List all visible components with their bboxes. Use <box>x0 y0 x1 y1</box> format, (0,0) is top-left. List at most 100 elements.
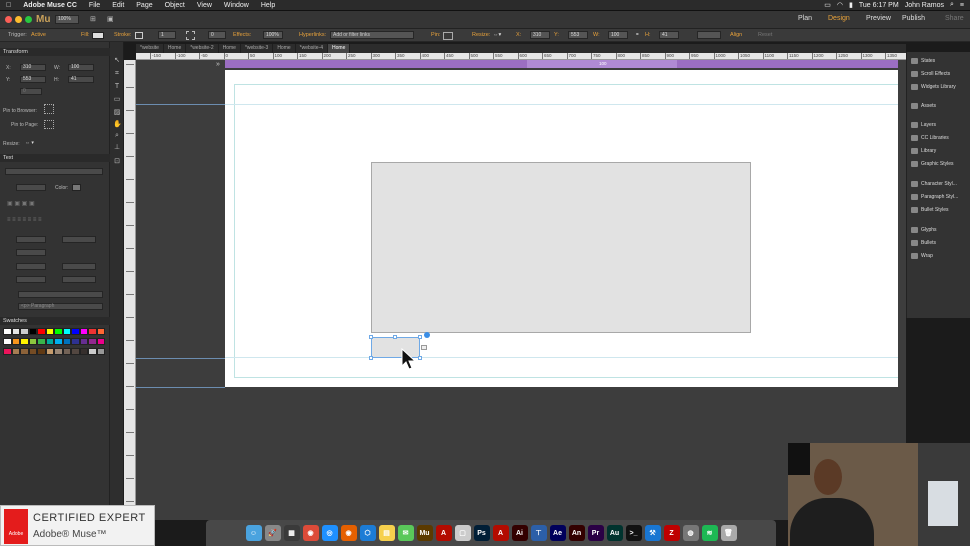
color-swatch[interactable] <box>3 338 12 345</box>
premiere-icon[interactable]: Pr <box>587 525 604 541</box>
keynote-icon[interactable]: ⊤ <box>530 525 547 541</box>
text-panel-title[interactable]: Text <box>0 154 110 162</box>
color-swatch[interactable] <box>11 348 20 355</box>
font-family-dropdown[interactable] <box>5 168 103 175</box>
color-swatch[interactable] <box>20 338 29 345</box>
firefox-icon[interactable]: ◉ <box>340 525 357 541</box>
close-window-icon[interactable] <box>5 16 12 23</box>
image-tool-icon[interactable]: ▨ <box>113 109 121 117</box>
app-menu[interactable]: Adobe Muse CC <box>17 2 83 9</box>
crop-tool-icon[interactable]: ⌗ <box>113 70 121 78</box>
user-name[interactable]: John Ramos <box>905 2 944 9</box>
spotify-icon[interactable]: ≋ <box>701 525 718 541</box>
text-style-icons[interactable]: ▣ ▣ ▣ ▣ <box>7 200 57 208</box>
transform-resize-dropdown[interactable]: ⇔ ▾ <box>25 140 34 146</box>
font-size-field[interactable] <box>16 184 46 191</box>
color-swatch[interactable] <box>96 328 105 335</box>
resize-label[interactable]: Resize: <box>472 32 490 38</box>
mode-design[interactable]: Design <box>828 15 850 22</box>
chrome-icon[interactable]: ◉ <box>302 525 319 541</box>
text-color-swatch[interactable] <box>72 184 81 191</box>
color-swatch[interactable] <box>88 338 97 345</box>
animate-icon[interactable]: An <box>568 525 585 541</box>
reset-button[interactable]: Reset <box>758 32 772 38</box>
color-swap-icon[interactable]: ⊡ <box>113 158 121 166</box>
pin-browser-icon[interactable] <box>44 104 54 114</box>
hyperlinks-input[interactable]: Add or filter links <box>330 31 414 39</box>
transform-y-field[interactable]: 553 <box>20 76 46 83</box>
color-swatch[interactable] <box>62 338 71 345</box>
finder-icon[interactable]: ☺ <box>245 525 262 541</box>
hyphenation-dropdown[interactable] <box>18 291 103 298</box>
color-swatch[interactable] <box>45 338 54 345</box>
stroke-label[interactable]: Stroke: <box>114 32 131 38</box>
color-swatch[interactable] <box>45 328 54 335</box>
color-swatch[interactable] <box>37 348 46 355</box>
safari-icon[interactable]: ◎ <box>321 525 338 541</box>
transform-angle-field[interactable]: 0 <box>20 88 42 95</box>
document-tab[interactable]: Home <box>219 44 241 53</box>
resize-dropdown-icon[interactable]: ⇔▾ <box>493 32 501 38</box>
guides-tool-icon[interactable]: ⊥ <box>113 144 121 152</box>
transform-w-field[interactable]: 100 <box>68 64 94 71</box>
stroke-swatch[interactable] <box>135 32 143 39</box>
color-swatch[interactable] <box>28 338 37 345</box>
color-swatch[interactable] <box>71 328 80 335</box>
indent-left-field[interactable] <box>16 263 46 270</box>
menu-view[interactable]: View <box>191 2 218 9</box>
text-align-icons[interactable]: ≡ ≡ ≡ ≡ ≡ ≡ ≡ <box>7 217 103 225</box>
document-tab[interactable]: *website-3 <box>241 44 274 53</box>
notes-icon[interactable]: ▤ <box>378 525 395 541</box>
pin-icon[interactable] <box>443 32 453 40</box>
panel-item[interactable]: Assets <box>911 103 936 109</box>
mission-control-icon[interactable]: ▦ <box>283 525 300 541</box>
media-icon[interactable]: ◍ <box>682 525 699 541</box>
fill-label[interactable]: Fill: <box>81 32 90 38</box>
opacity-field[interactable]: 100% <box>263 31 283 39</box>
mode-plan[interactable]: Plan <box>798 15 812 22</box>
panel-item[interactable]: States <box>911 58 935 64</box>
acrobat-icon[interactable]: A <box>435 525 452 541</box>
document-tab[interactable]: Home <box>273 44 296 53</box>
selection-handle[interactable] <box>369 335 373 339</box>
stroke-width-field[interactable]: 1 <box>158 31 176 39</box>
document-tab[interactable]: Home <box>164 44 187 53</box>
h-field[interactable]: 41 <box>659 31 679 39</box>
filezilla-icon[interactable]: Z <box>663 525 680 541</box>
launchpad-icon[interactable]: 🚀 <box>264 525 281 541</box>
clock[interactable]: Tue 6:17 PM <box>859 2 899 9</box>
panel-item[interactable]: Paragraph Styl... <box>911 194 958 200</box>
constrain-icon[interactable]: ⚭ <box>635 32 640 38</box>
acrobat-2-icon[interactable]: A <box>492 525 509 541</box>
document-tab[interactable]: *website <box>136 44 164 53</box>
color-swatch[interactable] <box>3 328 12 335</box>
arrange-icon[interactable]: ⊞ <box>90 15 96 23</box>
selection-handle[interactable] <box>418 356 422 360</box>
document-tab[interactable]: *website-2 <box>186 44 219 53</box>
color-swatch[interactable] <box>45 348 54 355</box>
tracking-field[interactable] <box>16 236 46 243</box>
color-swatch[interactable] <box>28 328 37 335</box>
app-store-icon[interactable]: ⬡ <box>359 525 376 541</box>
panel-item[interactable]: Widgets Library <box>911 84 956 90</box>
collapse-arrows-icon[interactable]: » <box>216 61 220 68</box>
transform-panel-title[interactable]: Transform <box>0 48 110 56</box>
color-swatch[interactable] <box>71 338 80 345</box>
menu-edit[interactable]: Edit <box>106 2 130 9</box>
color-swatch[interactable] <box>20 328 29 335</box>
panel-item[interactable]: Library <box>911 148 936 154</box>
zoom-field[interactable]: 100% <box>55 15 79 24</box>
large-rectangle[interactable] <box>371 162 751 333</box>
zoom-window-icon[interactable] <box>25 16 32 23</box>
muse-icon[interactable]: Mu <box>416 525 433 541</box>
audition-icon[interactable]: Au <box>606 525 623 541</box>
panel-item[interactable]: Bullets <box>911 240 936 246</box>
photoshop-icon[interactable]: Ps <box>473 525 490 541</box>
transform-h-field[interactable]: 41 <box>68 76 94 83</box>
panel-item[interactable]: Glyphs <box>911 227 937 233</box>
view-mode-icon[interactable]: ▣ <box>107 15 114 23</box>
apple-menu-icon[interactable]:  <box>0 2 17 9</box>
color-swatch[interactable] <box>54 348 63 355</box>
corner-icon[interactable] <box>186 31 195 40</box>
document-tab[interactable]: Home <box>328 44 351 53</box>
